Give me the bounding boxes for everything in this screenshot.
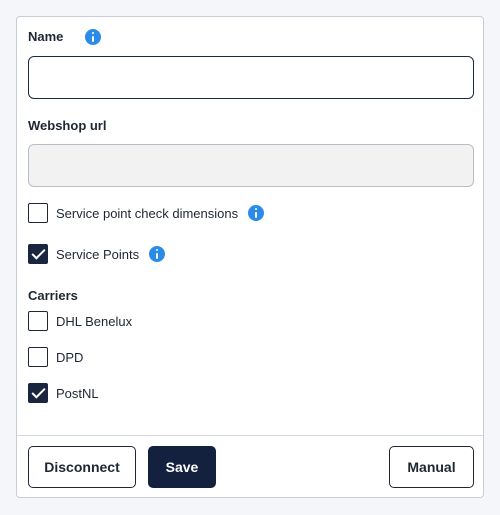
carrier-label: PostNL xyxy=(56,385,99,401)
carrier-item-dhl-benelux: DHL Benelux xyxy=(28,311,132,331)
service-point-check-dimensions-row: Service point check dimensions xyxy=(28,203,265,223)
webshop-url-input xyxy=(28,144,474,187)
info-icon[interactable] xyxy=(85,29,101,45)
info-icon[interactable] xyxy=(149,246,166,262)
service-point-check-dimensions-label: Service point check dimensions xyxy=(56,205,239,221)
webshop-url-label: Webshop url xyxy=(28,118,107,133)
service-point-check-dimensions-checkbox[interactable] xyxy=(28,203,48,223)
service-points-checkbox[interactable] xyxy=(28,244,48,264)
footer-divider xyxy=(17,435,483,436)
carriers-label: Carriers xyxy=(28,288,78,303)
carrier-item-postnl: PostNL xyxy=(28,383,99,403)
service-points-row: Service Points xyxy=(28,244,166,264)
save-button[interactable]: Save xyxy=(148,446,216,488)
carrier-item-dpd: DPD xyxy=(28,347,83,367)
carrier-checkbox[interactable] xyxy=(28,347,48,367)
service-points-label: Service Points xyxy=(56,246,140,262)
info-icon[interactable] xyxy=(248,205,265,221)
manual-button[interactable]: Manual xyxy=(389,446,474,488)
carrier-checkbox[interactable] xyxy=(28,383,48,403)
integration-settings-card: Name Webshop url Service point check dim… xyxy=(16,16,484,498)
carrier-checkbox[interactable] xyxy=(28,311,48,331)
disconnect-button[interactable]: Disconnect xyxy=(28,446,136,488)
carrier-label: DHL Benelux xyxy=(56,313,133,329)
name-input[interactable] xyxy=(28,56,474,99)
name-label: Name xyxy=(28,29,64,44)
carrier-label: DPD xyxy=(56,349,84,365)
